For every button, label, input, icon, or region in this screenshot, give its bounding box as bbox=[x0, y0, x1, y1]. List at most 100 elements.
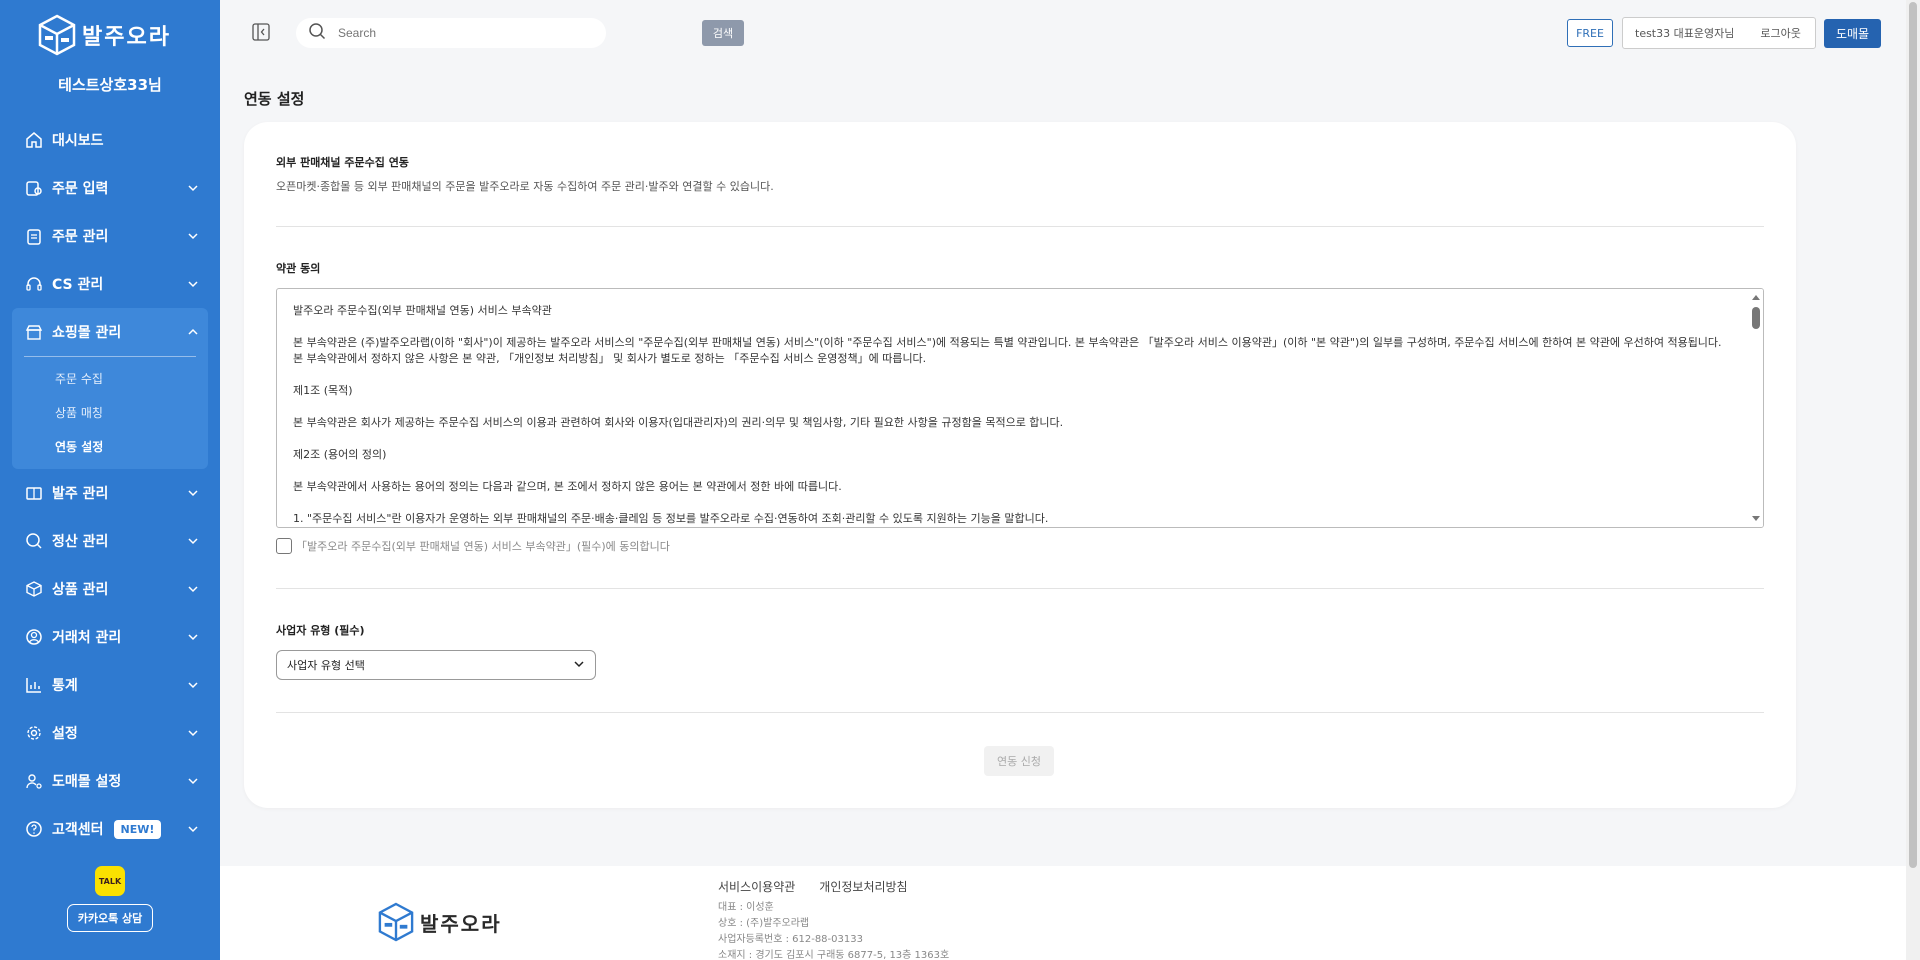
wholesale-mall-button[interactable]: 도매몰 bbox=[1824, 19, 1881, 48]
brand-logo[interactable]: 발주오라 bbox=[38, 14, 171, 56]
sidebar-item-cs[interactable]: CS 관리 bbox=[0, 260, 220, 308]
search-input[interactable] bbox=[338, 26, 578, 40]
sidebar-item-product[interactable]: 상품 관리 bbox=[0, 565, 220, 613]
apply-integration-button[interactable]: 연동 신청 bbox=[984, 746, 1054, 776]
sidebar-item-settlement[interactable]: 정산 관리 bbox=[0, 517, 220, 565]
sidebar-item-label: CS 관리 bbox=[52, 277, 104, 293]
section-description: 오픈마켓·종합몰 등 외부 판매채널의 주문을 발주오라로 자동 수집하여 주문… bbox=[276, 180, 774, 193]
gear-icon bbox=[24, 723, 44, 743]
footer-logo: 발주오라 bbox=[378, 902, 502, 942]
sidebar-item-purchase[interactable]: 발주 관리 bbox=[0, 469, 220, 517]
chevron-down-icon bbox=[186, 726, 200, 740]
user-settings-icon bbox=[24, 771, 44, 791]
terms-box[interactable]: 발주오라 주문수집(외부 판매채널 연동) 서비스 부속약관 본 부속약관은 (… bbox=[276, 288, 1764, 528]
brand-name: 발주오라 bbox=[82, 25, 171, 50]
search-button[interactable]: 검색 bbox=[702, 20, 744, 46]
terms-paragraph: 1. "주문수집 서비스"란 이용자가 운영하는 외부 판매채널의 주문·배송·… bbox=[293, 512, 1049, 525]
footer-info-line: 대표 : 이성훈 bbox=[718, 902, 774, 913]
terms-paragraph: 제2조 (용어의 정의) bbox=[293, 448, 387, 461]
terms-agree-row[interactable]: 「발주오라 주문수집(외부 판매채널 연동) 서비스 부속약관」(필수)에 동의… bbox=[276, 538, 670, 554]
home-icon bbox=[24, 130, 44, 150]
footer-links: 서비스이용약관 개인정보처리방침 bbox=[718, 878, 908, 895]
page-scrollbar[interactable] bbox=[1906, 0, 1920, 960]
chevron-down-icon bbox=[186, 630, 200, 644]
sidebar-item-label: 쇼핑몰 관리 bbox=[52, 325, 122, 341]
biz-type-select[interactable]: 사업자 유형 선택 bbox=[276, 650, 596, 680]
chevron-down-icon bbox=[186, 277, 200, 291]
sidebar-item-label: 거래처 관리 bbox=[52, 630, 122, 646]
footer-info-line: 사업자등록번호 : 612-88-03133 bbox=[718, 934, 863, 945]
sidebar-item-order-manage[interactable]: 주문 관리 bbox=[0, 212, 220, 260]
divider bbox=[276, 712, 1764, 713]
new-badge: NEW! bbox=[113, 819, 162, 839]
terms-agree-label[interactable]: 「발주오라 주문수집(외부 판매채널 연동) 서비스 부속약관」(필수)에 동의… bbox=[296, 538, 670, 554]
terms-paragraph: 본 부속약관에서 사용하는 용어의 정의는 다음과 같으며, 본 조에서 정하지… bbox=[293, 480, 842, 493]
chevron-down-icon bbox=[186, 678, 200, 692]
chevron-down-icon bbox=[186, 181, 200, 195]
section-title-terms: 약관 동의 bbox=[276, 262, 321, 275]
integration-card: 외부 판매채널 주문수집 연동 오픈마켓·종합몰 등 외부 판매채널의 주문을 … bbox=[244, 122, 1796, 808]
sidebar-item-wholesale-settings[interactable]: 도매몰 설정 bbox=[0, 757, 220, 805]
terms-of-service-link[interactable]: 서비스이용약관 bbox=[718, 878, 795, 895]
user-box: test33 대표운영자님 로그아웃 bbox=[1622, 17, 1816, 49]
plan-badge: FREE bbox=[1567, 19, 1613, 47]
sidebar-item-label: 대시보드 bbox=[52, 133, 104, 149]
logo-cube-icon bbox=[38, 14, 76, 56]
sidebar-item-partner[interactable]: 거래처 관리 bbox=[0, 613, 220, 661]
section-title-integration: 외부 판매채널 주문수집 연동 bbox=[276, 156, 409, 169]
footer-info-line: 상호 : (주)발주오라랩 bbox=[718, 918, 810, 929]
sidebar-item-label: 고객센터 bbox=[52, 822, 104, 838]
sidebar-item-label: 상품 관리 bbox=[52, 582, 109, 598]
sidebar: 발주오라 테스트상호33님 대시보드 주문 입력 주문 관리 CS 관리 쇼핑몰… bbox=[0, 0, 220, 960]
clipboard-icon bbox=[24, 226, 44, 246]
sidebar-item-label: 주문 관리 bbox=[52, 229, 109, 245]
sidebar-nav: 대시보드 주문 입력 주문 관리 CS 관리 쇼핑몰 관리 주문 수집 상품 매 bbox=[0, 116, 220, 853]
chevron-up-icon bbox=[186, 325, 200, 339]
sidebar-item-settings[interactable]: 설정 bbox=[0, 709, 220, 757]
divider bbox=[276, 588, 1764, 589]
help-icon bbox=[24, 819, 44, 839]
terms-scrollbar[interactable] bbox=[1749, 289, 1763, 527]
sidebar-item-label: 도매몰 설정 bbox=[52, 774, 122, 790]
terms-content: 발주오라 주문수집(외부 판매채널 연동) 서비스 부속약관 본 부속약관은 (… bbox=[277, 289, 1763, 527]
sidebar-sub-product-matching[interactable]: 상품 매칭 bbox=[12, 395, 208, 429]
terms-paragraph: 본 부속약관은 회사가 제공하는 주문수집 서비스의 이용과 관련하여 회사와 … bbox=[293, 416, 1064, 429]
user-name: test33 대표운영자님 bbox=[1635, 27, 1735, 40]
section-title-biz-type: 사업자 유형 (필수) bbox=[276, 624, 365, 637]
scrollbar-thumb[interactable] bbox=[1752, 307, 1760, 329]
privacy-policy-link[interactable]: 개인정보처리방침 bbox=[819, 878, 907, 895]
company-name: 테스트상호33님 bbox=[58, 76, 162, 94]
divider bbox=[24, 356, 196, 357]
brand-name: 발주오라 bbox=[420, 911, 502, 936]
chevron-down-icon bbox=[573, 658, 585, 673]
terms-paragraph: 제1조 (목적) bbox=[293, 384, 353, 397]
sidebar-item-dashboard[interactable]: 대시보드 bbox=[0, 116, 220, 164]
chevron-down-icon bbox=[186, 229, 200, 243]
sidebar-item-label: 설정 bbox=[52, 726, 78, 742]
sidebar-item-label: 통계 bbox=[52, 678, 78, 694]
footer: 발주오라 서비스이용약관 개인정보처리방침 대표 : 이성훈 상호 : (주)발… bbox=[220, 866, 1906, 960]
headset-icon bbox=[24, 274, 44, 294]
terms-agree-checkbox[interactable] bbox=[276, 538, 292, 554]
logo-cube-icon bbox=[378, 902, 414, 942]
scrollbar-thumb[interactable] bbox=[1909, 2, 1917, 868]
logout-button[interactable]: 로그아웃 bbox=[1760, 25, 1800, 41]
sidebar-item-shop-manage[interactable]: 쇼핑몰 관리 bbox=[12, 308, 208, 356]
kakao-consult-button[interactable]: 카카오톡 상담 bbox=[66, 904, 154, 932]
scroll-up-arrow-icon[interactable] bbox=[1752, 295, 1760, 300]
sidebar-sub-order-collect[interactable]: 주문 수집 bbox=[12, 361, 208, 395]
sidebar-item-stats[interactable]: 통계 bbox=[0, 661, 220, 709]
sidebar-item-order-input[interactable]: 주문 입력 bbox=[0, 164, 220, 212]
sidebar-item-label: 주문 입력 bbox=[52, 181, 109, 197]
store-icon bbox=[24, 322, 44, 342]
chevron-down-icon bbox=[186, 486, 200, 500]
sidebar-toggle-icon[interactable] bbox=[252, 23, 270, 41]
sidebar-item-support[interactable]: 고객센터 NEW! bbox=[0, 805, 220, 853]
scroll-down-arrow-icon[interactable] bbox=[1752, 516, 1760, 521]
sidebar-sub-integration-settings[interactable]: 연동 설정 bbox=[12, 429, 208, 463]
kakao-consult: TALK 카카오톡 상담 bbox=[0, 866, 220, 932]
chevron-down-icon bbox=[186, 582, 200, 596]
search-icon bbox=[308, 22, 326, 44]
chart-icon bbox=[24, 675, 44, 695]
divider bbox=[276, 226, 1764, 227]
